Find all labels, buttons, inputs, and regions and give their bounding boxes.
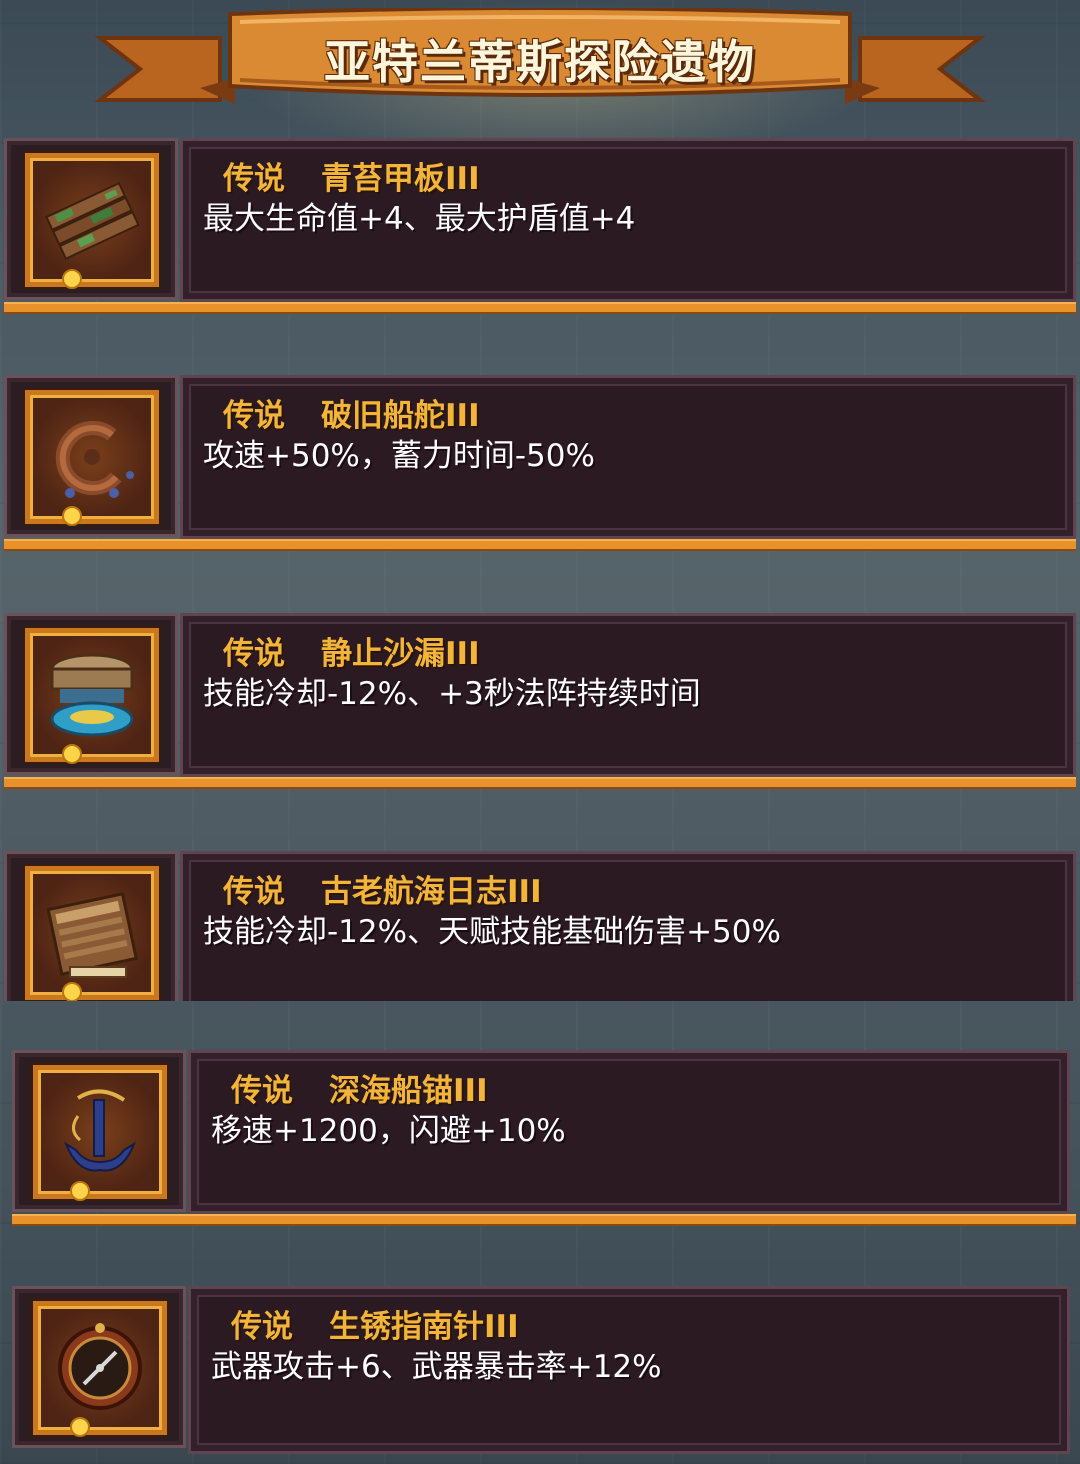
relic-icon-box bbox=[12, 1050, 186, 1212]
relic-effect: 最大生命值+4、最大护盾值+4 bbox=[203, 201, 636, 237]
rarity-label: 传说 bbox=[223, 398, 285, 434]
gem-icon bbox=[70, 1181, 90, 1201]
divider-bar bbox=[12, 1214, 1076, 1226]
relic-description-panel: 传说 静止沙漏III 技能冷却-12%、+3秒法阵持续时间 bbox=[180, 613, 1076, 777]
rarity-label: 传说 bbox=[223, 636, 285, 672]
relic-icon-frame bbox=[25, 390, 159, 524]
relic-name: 深海船锚III bbox=[329, 1073, 488, 1109]
divider-bar bbox=[4, 302, 1076, 314]
relic-icon-frame bbox=[25, 866, 159, 1000]
relic-effect: 武器攻击+6、武器暴击率+12% bbox=[211, 1349, 662, 1385]
relic-name: 青苔甲板III bbox=[321, 161, 480, 197]
relic-title: 传说 古老航海日志III bbox=[223, 866, 542, 911]
gem-icon bbox=[62, 269, 82, 289]
relic-title: 传说 生锈指南针III bbox=[231, 1301, 519, 1346]
page-title: 亚特兰蒂斯探险遗物 bbox=[324, 35, 756, 89]
relic-row[interactable]: 传说 破旧船舵III 攻速+50%，蓄力时间-50% bbox=[4, 375, 1076, 557]
relic-title: 传说 青苔甲板III bbox=[223, 153, 480, 198]
gem-icon bbox=[62, 982, 82, 1001]
gem-icon bbox=[62, 506, 82, 526]
relic-description-panel: 传说 深海船锚III 移速+1200，闪避+10% bbox=[188, 1050, 1070, 1214]
divider-bar bbox=[4, 539, 1076, 551]
gem-icon bbox=[62, 744, 82, 764]
relic-description-panel: 传说 青苔甲板III 最大生命值+4、最大护盾值+4 bbox=[180, 138, 1076, 302]
relic-icon-box bbox=[4, 851, 178, 1001]
relic-icon-box bbox=[4, 613, 178, 775]
compass-icon bbox=[58, 1323, 142, 1410]
relic-icon-frame bbox=[25, 153, 159, 287]
relic-title: 传说 破旧船舵III bbox=[223, 390, 480, 435]
relic-title: 传说 静止沙漏III bbox=[223, 628, 480, 673]
relic-description-panel: 传说 生锈指南针III 武器攻击+6、武器暴击率+12% bbox=[188, 1286, 1070, 1454]
rarity-label: 传说 bbox=[231, 1309, 293, 1345]
relic-name: 破旧船舵III bbox=[321, 398, 480, 434]
relic-row[interactable]: 传说 古老航海日志III 技能冷却-12%、天赋技能基础伤害+50% bbox=[4, 851, 1076, 1001]
title-banner: 亚特兰蒂斯探险遗物 bbox=[90, 8, 990, 118]
relic-title: 传说 深海船锚III bbox=[231, 1065, 488, 1110]
relic-description-panel: 传说 古老航海日志III 技能冷却-12%、天赋技能基础伤害+50% bbox=[180, 851, 1076, 1001]
relic-effect: 技能冷却-12%、+3秒法阵持续时间 bbox=[203, 676, 701, 712]
relic-icon-frame bbox=[33, 1065, 167, 1199]
relic-row[interactable]: 传说 静止沙漏III 技能冷却-12%、+3秒法阵持续时间 bbox=[4, 613, 1076, 795]
divider-bar bbox=[4, 777, 1076, 789]
relic-effect: 移速+1200，闪避+10% bbox=[211, 1113, 566, 1149]
relic-icon-frame bbox=[33, 1301, 167, 1435]
rarity-label: 传说 bbox=[231, 1073, 293, 1109]
hourglass-icon bbox=[50, 653, 134, 737]
gem-icon bbox=[70, 1417, 90, 1437]
rarity-label: 传说 bbox=[223, 874, 285, 910]
relic-icon-box bbox=[4, 138, 178, 300]
relic-name: 静止沙漏III bbox=[321, 636, 480, 672]
relic-description-panel: 传说 破旧船舵III 攻速+50%，蓄力时间-50% bbox=[180, 375, 1076, 539]
moss-plank-icon bbox=[45, 181, 140, 260]
logbook-icon bbox=[46, 892, 139, 978]
relic-effect: 技能冷却-12%、天赋技能基础伤害+50% bbox=[203, 914, 781, 950]
relic-name: 古老航海日志III bbox=[321, 874, 542, 910]
relic-icon-box bbox=[12, 1286, 186, 1448]
anchor-icon bbox=[63, 1089, 137, 1172]
rarity-label: 传说 bbox=[223, 161, 285, 197]
relic-effect: 攻速+50%，蓄力时间-50% bbox=[203, 438, 595, 474]
broken-helm-icon bbox=[55, 421, 134, 498]
relic-icon-frame bbox=[25, 628, 159, 762]
relic-row[interactable]: 传说 青苔甲板III 最大生命值+4、最大护盾值+4 bbox=[4, 138, 1076, 320]
relic-row[interactable]: 传说 深海船锚III 移速+1200，闪避+10% bbox=[12, 1050, 1076, 1232]
relic-icon-box bbox=[4, 375, 178, 537]
relic-row[interactable]: 传说 生锈指南针III 武器攻击+6、武器暴击率+12% bbox=[12, 1286, 1076, 1458]
relic-name: 生锈指南针III bbox=[329, 1309, 519, 1345]
